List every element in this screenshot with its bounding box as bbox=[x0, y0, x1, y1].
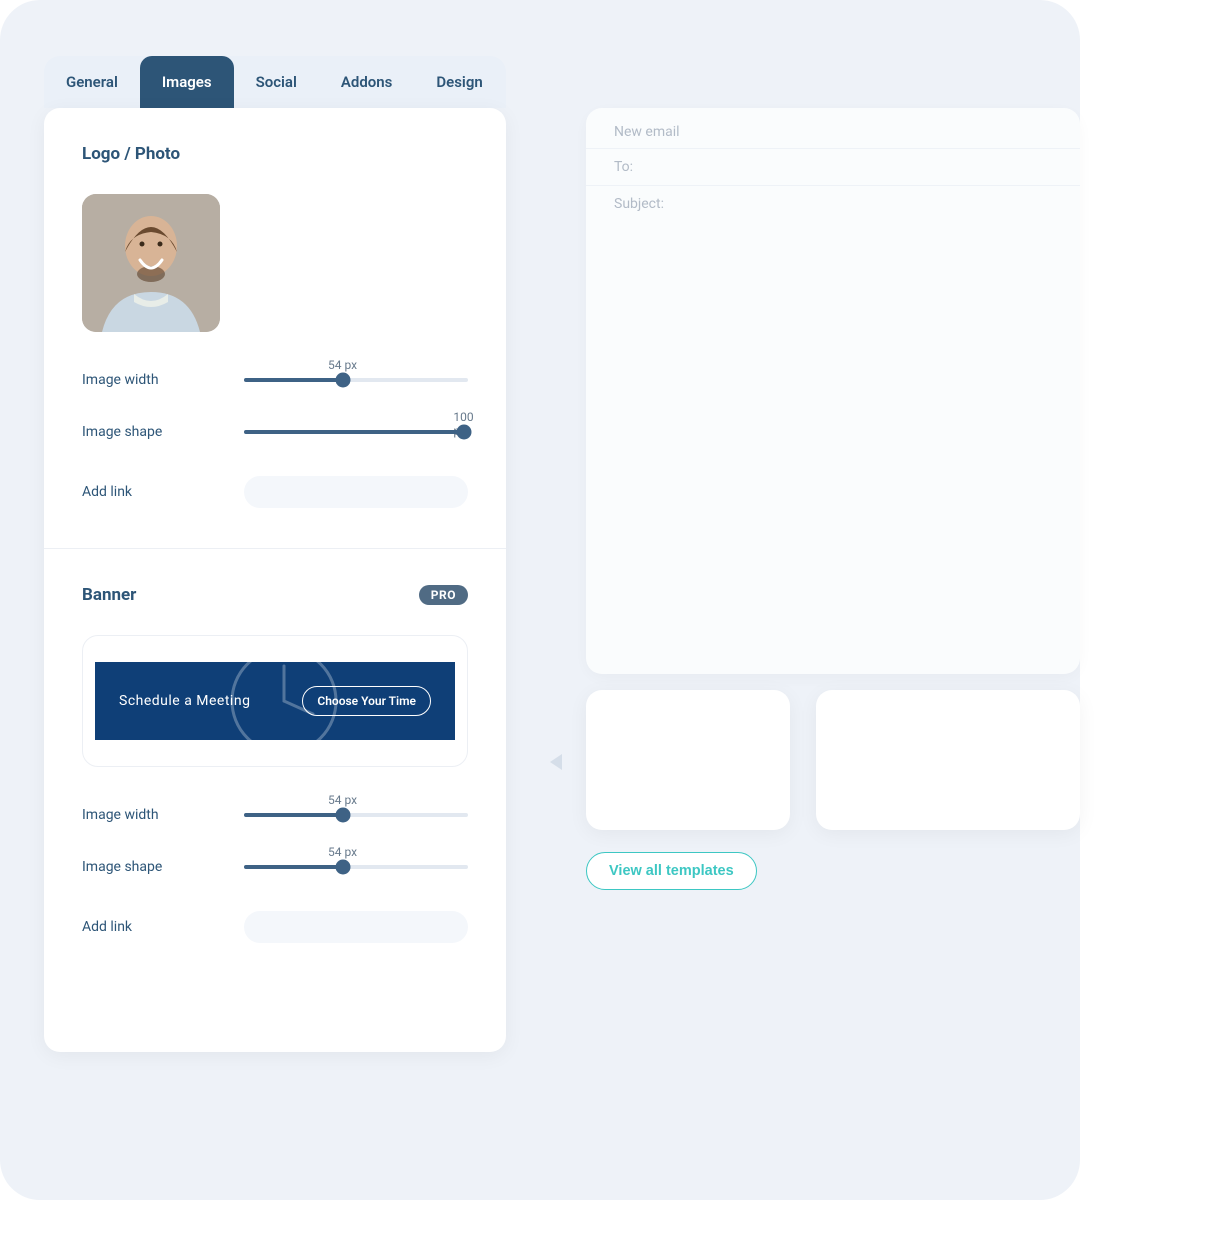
slider-track bbox=[244, 378, 468, 382]
logo-add-link-input[interactable] bbox=[244, 476, 468, 508]
banner-shape-row: Image shape 54 px bbox=[82, 859, 468, 875]
email-subject-row[interactable]: Subject: bbox=[586, 185, 1080, 222]
banner-width-row: Image width 54 px bbox=[82, 807, 468, 823]
slider-fill bbox=[244, 865, 343, 869]
logo-shape-slider[interactable]: 100 px bbox=[244, 430, 468, 434]
email-header: New email bbox=[586, 108, 1080, 148]
banner-preview-card[interactable]: Schedule a Meeting Choose Your Time bbox=[82, 635, 468, 767]
slider-track bbox=[244, 813, 468, 817]
banner-add-link-label: Add link bbox=[82, 919, 244, 935]
logo-section-title: Logo / Photo bbox=[82, 144, 180, 164]
tab-images[interactable]: Images bbox=[140, 56, 234, 108]
banner-cta-button[interactable]: Choose Your Time bbox=[302, 686, 431, 716]
slider-fill bbox=[244, 813, 343, 817]
banner-section: Banner PRO Schedule a Meeting Choose You… bbox=[44, 548, 506, 983]
banner-width-value: 54 px bbox=[328, 793, 357, 807]
prev-arrow-icon[interactable] bbox=[550, 754, 562, 770]
slider-fill bbox=[244, 378, 343, 382]
banner-section-title: Banner bbox=[82, 585, 136, 605]
settings-panel: Logo / Photo Image width 54 px bbox=[44, 108, 506, 1052]
banner-shape-label: Image shape bbox=[82, 859, 244, 875]
tab-addons[interactable]: Addons bbox=[319, 56, 414, 108]
slider-fill bbox=[244, 430, 464, 434]
logo-section: Logo / Photo Image width 54 px bbox=[44, 108, 506, 548]
banner-shape-value: 54 px bbox=[328, 845, 357, 859]
logo-add-link-label: Add link bbox=[82, 484, 244, 500]
slider-thumb[interactable] bbox=[335, 860, 350, 875]
email-to-row[interactable]: To: bbox=[586, 148, 1080, 185]
slider-thumb[interactable] bbox=[335, 373, 350, 388]
banner-inner: Schedule a Meeting Choose Your Time bbox=[95, 662, 455, 740]
banner-shape-slider[interactable]: 54 px bbox=[244, 865, 468, 869]
banner-add-link-input[interactable] bbox=[244, 911, 468, 943]
view-all-templates-button[interactable]: View all templates bbox=[586, 852, 757, 890]
slider-thumb[interactable] bbox=[456, 425, 471, 440]
slider-track bbox=[244, 865, 468, 869]
avatar[interactable] bbox=[82, 194, 220, 332]
banner-text: Schedule a Meeting bbox=[119, 693, 250, 709]
tab-social[interactable]: Social bbox=[234, 56, 319, 108]
email-preview: New email To: Subject: bbox=[586, 108, 1080, 674]
logo-add-link-row: Add link bbox=[82, 476, 468, 508]
tab-general[interactable]: General bbox=[44, 56, 140, 108]
logo-width-label: Image width bbox=[82, 372, 244, 388]
logo-shape-label: Image shape bbox=[82, 424, 244, 440]
logo-shape-row: Image shape 100 px bbox=[82, 424, 468, 440]
avatar-image bbox=[82, 194, 220, 332]
logo-width-slider[interactable]: 54 px bbox=[244, 378, 468, 382]
template-thumb-1[interactable] bbox=[586, 690, 790, 830]
logo-width-value: 54 px bbox=[328, 358, 357, 372]
pro-badge: PRO bbox=[419, 585, 468, 605]
banner-width-slider[interactable]: 54 px bbox=[244, 813, 468, 817]
tabs-bar: General Images Social Addons Design bbox=[44, 56, 506, 108]
template-thumb-2[interactable] bbox=[816, 690, 1080, 830]
logo-width-row: Image width 54 px bbox=[82, 372, 468, 388]
banner-width-label: Image width bbox=[82, 807, 244, 823]
tab-design[interactable]: Design bbox=[414, 56, 504, 108]
slider-thumb[interactable] bbox=[335, 808, 350, 823]
banner-add-link-row: Add link bbox=[82, 911, 468, 943]
slider-track bbox=[244, 430, 468, 434]
